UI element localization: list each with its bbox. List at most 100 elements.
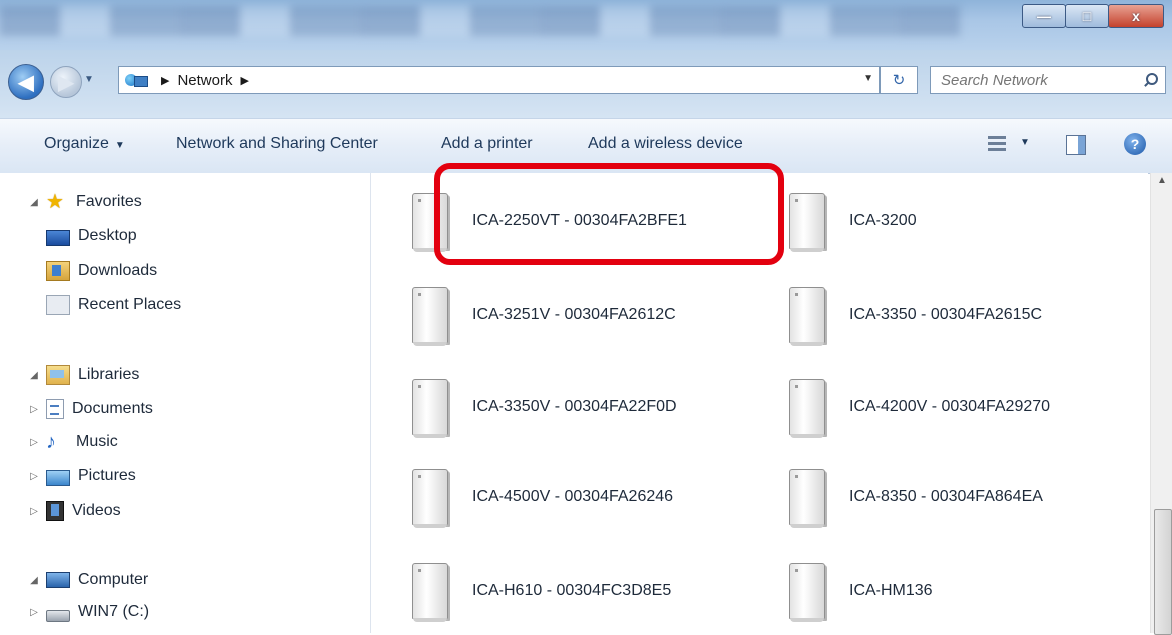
network-device-icon [789,563,825,622]
recent-places-icon [46,295,70,315]
address-bar[interactable]: ▶ Network ▶ ▼ [118,66,880,94]
network-device-item[interactable]: ICA-4200V - 00304FA29270 [789,379,1051,438]
nav-item-documents[interactable]: ▷ Documents [28,399,153,419]
network-device-item[interactable]: ICA-8350 - 00304FA864EA [789,469,1043,528]
network-device-item[interactable]: ICA-3350 - 00304FA2615C [789,287,1043,346]
computer-icon [46,572,70,588]
network-device-icon [412,287,448,346]
nav-item-music[interactable]: ▷ ♪ Music [28,432,118,452]
network-device-item[interactable]: ICA-3350V - 00304FA22F0D [412,379,677,438]
address-row: ◀ ▶ ▼ ▶ Network ▶ ▼ ↻ [0,50,1172,118]
network-device-item[interactable]: ICA-H610 - 00304FC3D8E5 [412,563,672,622]
drive-icon [46,610,70,622]
device-label: ICA-3350V - 00304FA22F0D [472,398,677,415]
nav-favorites-label: Favorites [76,193,142,210]
nav-libraries-label: Libraries [78,366,140,383]
nav-item-label: Music [76,433,118,450]
organize-button[interactable]: Organize ▼ [44,135,125,153]
expand-arrow-icon[interactable]: ▷ [28,404,40,415]
refresh-button[interactable]: ↻ [880,66,918,94]
network-device-icon [789,193,825,252]
address-dropdown-icon[interactable]: ▼ [863,73,873,84]
back-button[interactable]: ◀ [8,64,44,100]
nav-item-label: Desktop [78,227,137,244]
chevron-down-icon: ▼ [114,140,125,151]
network-device-item[interactable]: ICA-HM136 [789,563,933,622]
breadcrumb-arrow-icon[interactable]: ▶ [161,74,169,87]
device-label: ICA-3350 - 00304FA2615C [849,306,1043,323]
nav-item-label: Documents [72,400,153,417]
nav-item-label: WIN7 (C:) [78,603,150,620]
highlight-box [434,163,784,265]
nav-item-win7-drive[interactable]: ▷ WIN7 (C:) [28,603,150,622]
close-button[interactable]: x [1108,4,1164,28]
network-device-item[interactable]: ICA-4500V - 00304FA26246 [412,469,674,528]
network-device-icon [789,287,825,346]
scrollbar-thumb[interactable] [1154,509,1172,635]
collapse-arrow-icon[interactable]: ◢ [28,197,40,208]
network-device-item[interactable]: ICA-3251V - 00304FA2612C [412,287,676,346]
nav-item-label: Recent Places [78,296,182,313]
device-label: ICA-H610 - 00304FC3D8E5 [472,582,672,599]
nav-item-label: Downloads [78,262,158,279]
change-view-icon[interactable] [988,135,1006,153]
expand-arrow-icon[interactable]: ▷ [28,471,40,482]
vertical-scrollbar[interactable]: ▲ [1150,173,1172,635]
device-label: ICA-4200V - 00304FA29270 [849,398,1051,415]
collapse-arrow-icon[interactable]: ◢ [28,370,40,381]
search-input[interactable] [939,70,1133,90]
history-dropdown-icon[interactable]: ▼ [84,74,94,85]
expand-arrow-icon[interactable]: ▷ [28,437,40,448]
desktop-icon [46,230,70,246]
nav-item-label: Pictures [78,467,136,484]
refresh-icon: ↻ [892,72,906,89]
expand-arrow-icon[interactable]: ▷ [28,607,40,618]
nav-favorites[interactable]: ◢ ★ Favorites [28,191,142,213]
network-device-icon [789,379,825,438]
downloads-folder-icon [46,261,70,281]
nav-computer[interactable]: ◢ Computer [28,571,148,589]
search-box[interactable] [930,66,1166,94]
organize-label: Organize [44,135,109,152]
title-bar: — □ x [0,0,1172,50]
forward-button[interactable]: ▶ [50,66,82,98]
pictures-icon [46,470,70,486]
nav-item-videos[interactable]: ▷ Videos [28,501,121,521]
network-device-icon [412,469,448,528]
add-printer-button[interactable]: Add a printer [441,135,533,153]
scroll-up-arrow-icon[interactable]: ▲ [1151,175,1172,191]
nav-item-pictures[interactable]: ▷ Pictures [28,467,136,486]
star-icon: ★ [46,191,64,213]
network-icon [125,72,148,88]
nav-computer-label: Computer [78,571,149,588]
device-label: ICA-HM136 [849,582,933,599]
search-icon[interactable] [1143,72,1159,88]
nav-item-desktop[interactable]: Desktop [46,227,137,246]
device-label: ICA-3251V - 00304FA2612C [472,306,676,323]
videos-icon [46,501,64,521]
add-wireless-device-button[interactable]: Add a wireless device [588,135,743,153]
network-device-icon [412,379,448,438]
view-dropdown-icon[interactable]: ▼ [1020,137,1030,148]
window-controls: — □ x [1022,4,1164,28]
preview-pane-icon[interactable] [1066,135,1086,155]
network-device-icon [789,469,825,528]
collapse-arrow-icon[interactable]: ◢ [28,575,40,586]
network-device-item[interactable]: ICA-3200 [789,193,917,252]
breadcrumb-arrow-icon[interactable]: ▶ [240,74,248,87]
breadcrumb-network[interactable]: Network [177,72,232,89]
network-sharing-center-button[interactable]: Network and Sharing Center [176,135,378,153]
minimize-button[interactable]: — [1022,4,1066,28]
network-device-icon [412,563,448,622]
help-icon[interactable]: ? [1124,133,1146,155]
device-label: ICA-3200 [849,212,917,229]
device-label: ICA-4500V - 00304FA26246 [472,488,674,505]
blurred-taskbar-background [0,6,960,36]
nav-item-recent-places[interactable]: Recent Places [46,295,181,315]
maximize-button[interactable]: □ [1065,4,1109,28]
expand-arrow-icon[interactable]: ▷ [28,506,40,517]
nav-item-downloads[interactable]: Downloads [46,261,157,281]
nav-item-label: Videos [72,502,121,519]
nav-libraries[interactable]: ◢ Libraries [28,365,139,385]
documents-icon [46,399,64,419]
